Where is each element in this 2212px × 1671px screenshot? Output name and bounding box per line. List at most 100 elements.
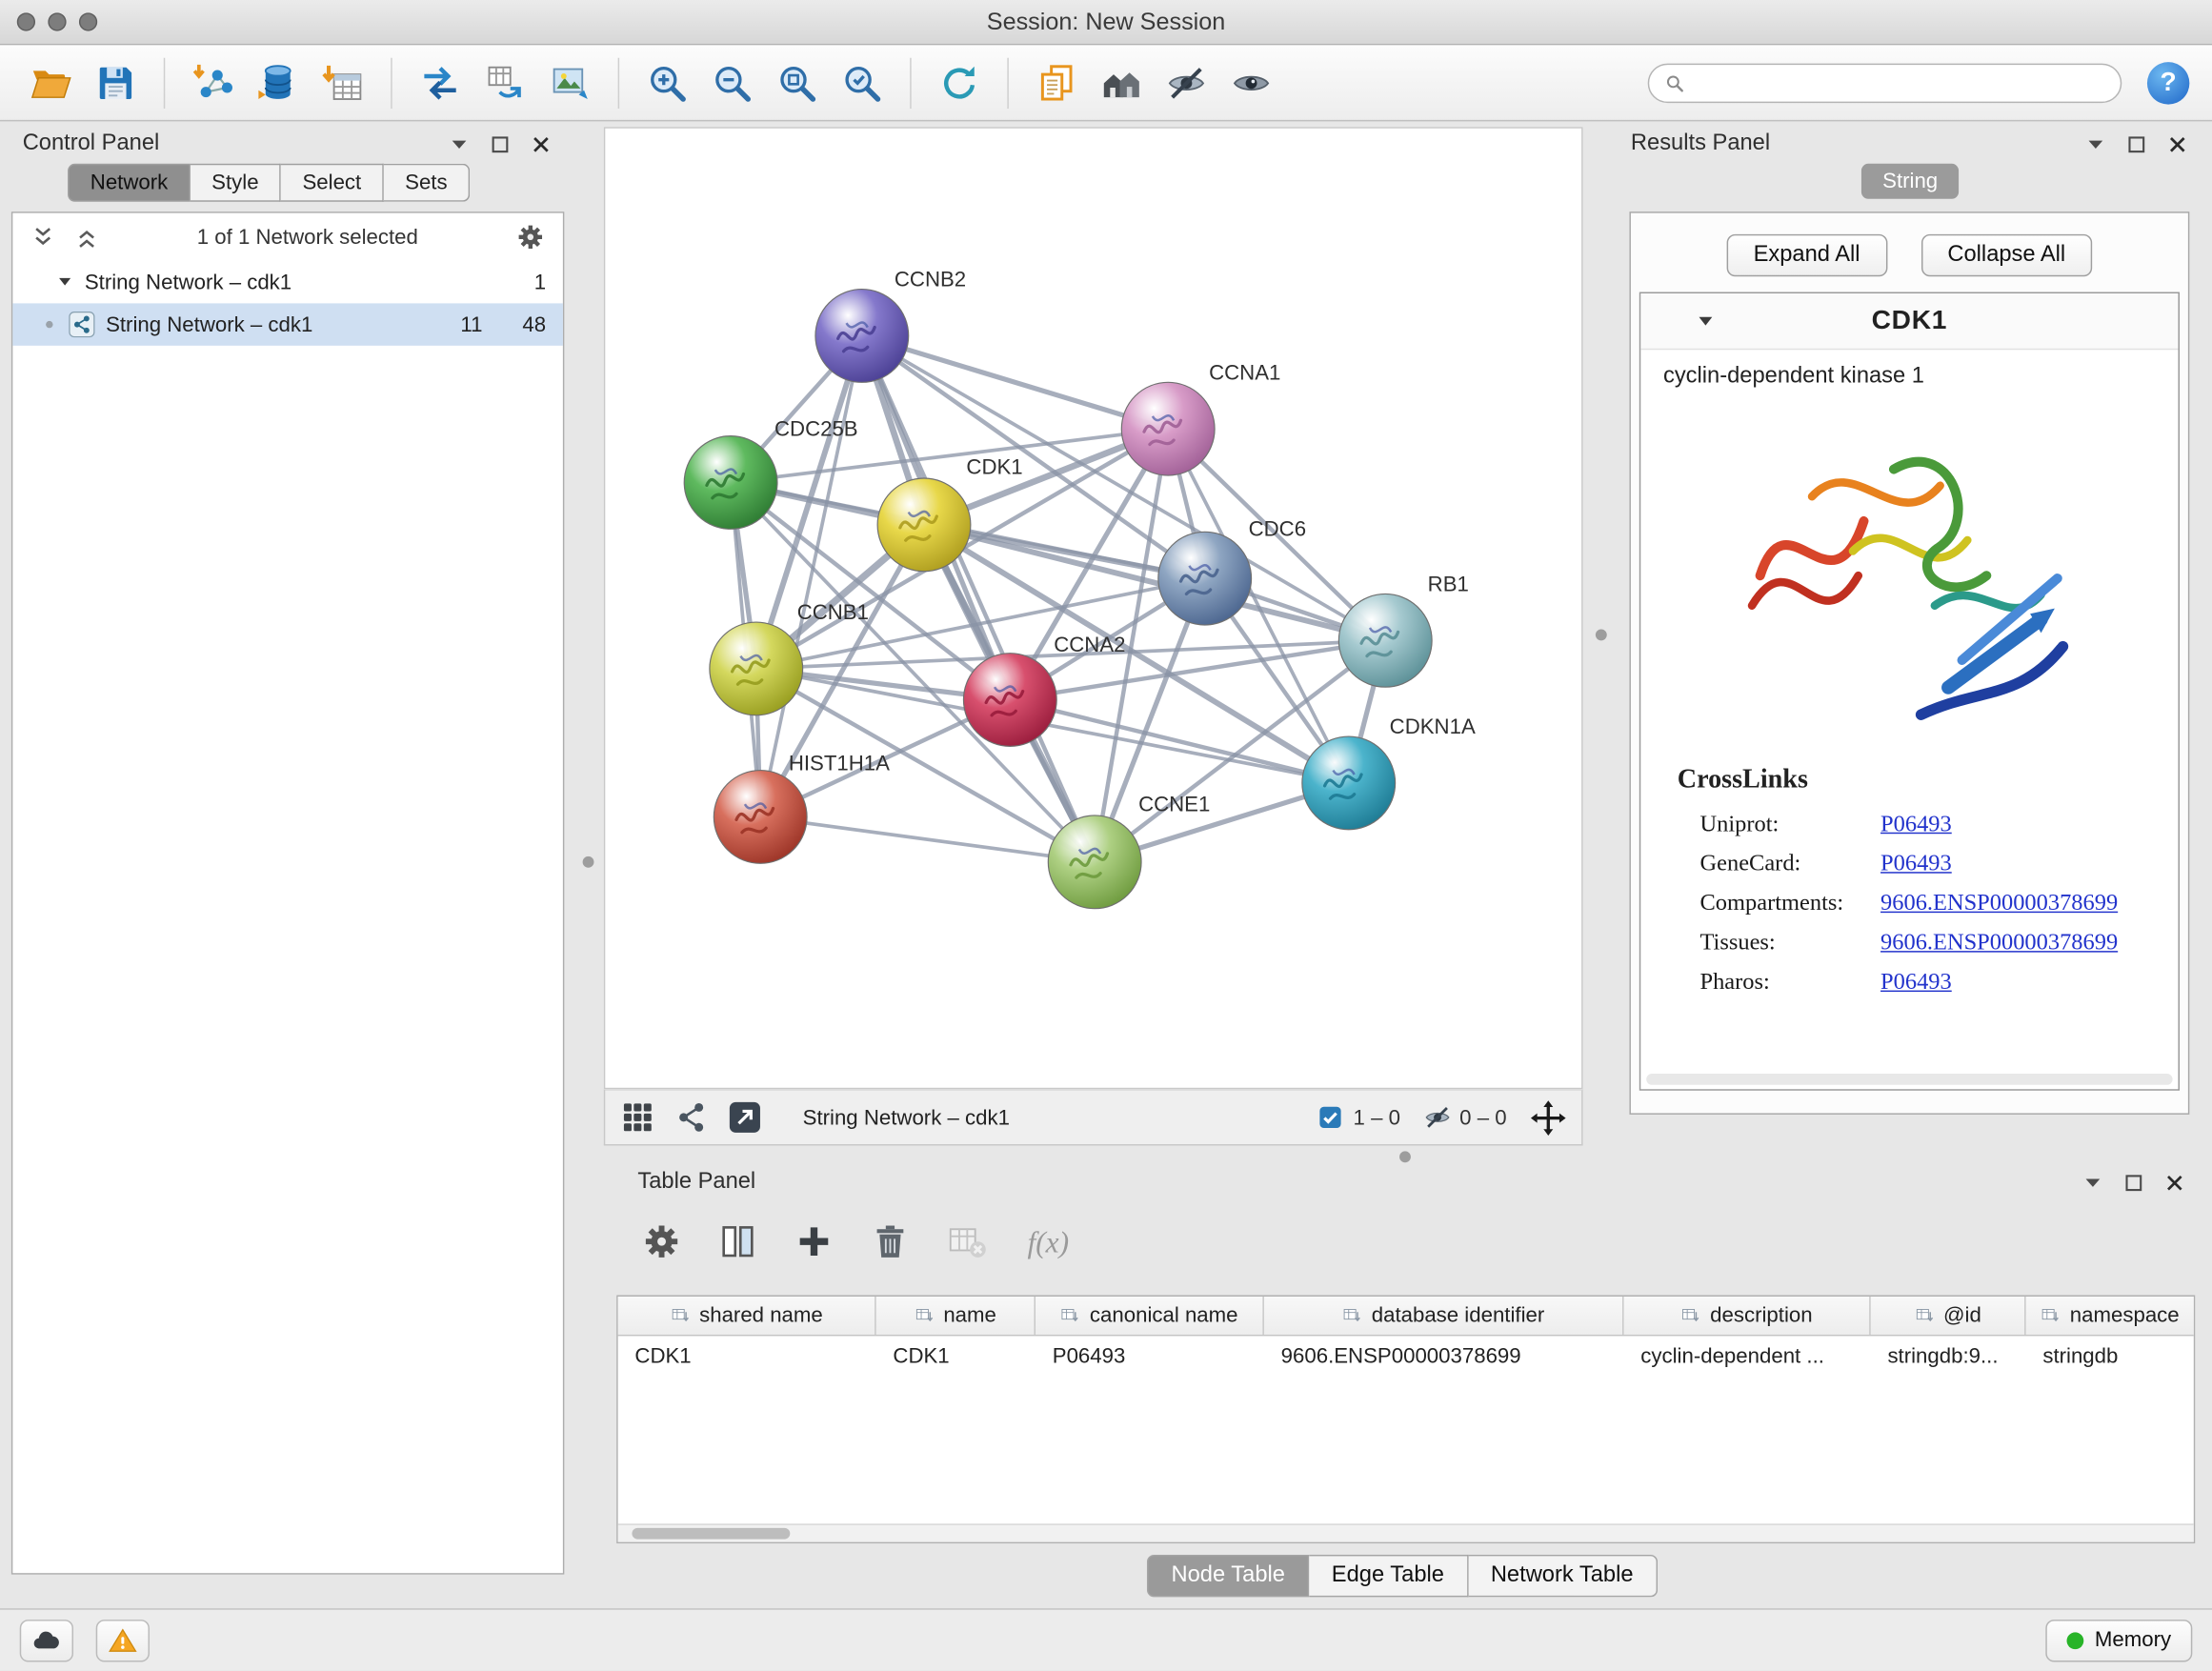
- results-scrollbar[interactable]: [1646, 1074, 2172, 1085]
- window-zoom-button[interactable]: [79, 12, 97, 30]
- edge-CCNB2-HIST1H1A[interactable]: [760, 335, 862, 816]
- table-panel-collapse-button[interactable]: [2081, 1170, 2104, 1194]
- toolbar-separator: [1007, 57, 1008, 108]
- home-button[interactable]: [1094, 53, 1150, 112]
- node-RB1[interactable]: RB1: [1338, 572, 1468, 687]
- import-network-database-button[interactable]: [250, 53, 306, 112]
- network-from-selection-button[interactable]: [412, 53, 468, 112]
- column-header-shared-name[interactable]: shared name: [618, 1297, 876, 1335]
- node-label-CCNB2: CCNB2: [895, 268, 966, 292]
- tab-style[interactable]: Style: [191, 164, 281, 202]
- network-collection-row[interactable]: String Network – cdk1 1: [12, 261, 563, 303]
- right-splitter-handle[interactable]: [1596, 629, 1607, 640]
- zoom-selected-button[interactable]: [834, 53, 890, 112]
- tab-network[interactable]: Network: [68, 164, 191, 202]
- disclosure-icon[interactable]: [1695, 310, 1718, 332]
- node-CDKN1A[interactable]: CDKN1A: [1302, 715, 1476, 830]
- window-minimize-button[interactable]: [48, 12, 66, 30]
- columns-button[interactable]: [716, 1220, 758, 1262]
- crosslink-compartments-link[interactable]: 9606.ENSP00000378699: [1880, 889, 2118, 917]
- control-panel-float-button[interactable]: [488, 131, 512, 155]
- tab-node-table[interactable]: Node Table: [1147, 1555, 1309, 1597]
- network-overview-button[interactable]: [673, 1099, 710, 1137]
- table-panel-float-button[interactable]: [2122, 1170, 2145, 1194]
- column-header-id[interactable]: @id: [1871, 1297, 2026, 1335]
- pan-mode-button[interactable]: [1529, 1098, 1567, 1137]
- collapse-all-networks-button[interactable]: [30, 224, 56, 251]
- column-header-name[interactable]: name: [876, 1297, 1036, 1335]
- window-close-button[interactable]: [17, 12, 35, 30]
- crosslink-tissues-link[interactable]: 9606.ENSP00000378699: [1880, 928, 2118, 956]
- edge-CCNB2-CCNE1[interactable]: [862, 335, 1095, 861]
- node-CCNB1[interactable]: CCNB1: [710, 600, 869, 715]
- import-network-database-icon: [257, 61, 299, 103]
- tab-sets[interactable]: Sets: [384, 164, 470, 202]
- tab-string[interactable]: String: [1861, 164, 1959, 199]
- column-header-description[interactable]: description: [1624, 1297, 1871, 1335]
- node-CDK1[interactable]: CDK1: [877, 455, 1023, 572]
- node-HIST1H1A[interactable]: HIST1H1A: [714, 752, 890, 864]
- control-panel-collapse-button[interactable]: [447, 131, 471, 155]
- tab-network-table[interactable]: Network Table: [1468, 1555, 1658, 1597]
- zoom-out-button[interactable]: [704, 53, 760, 112]
- add-column-button[interactable]: [793, 1220, 835, 1262]
- open-session-button[interactable]: [23, 53, 79, 112]
- table-row[interactable]: CDK1CDK1P064939606.ENSP00000378699cyclin…: [618, 1336, 2194, 1375]
- results-panel-close-button[interactable]: [2165, 131, 2189, 155]
- control-panel-close-button[interactable]: [529, 131, 553, 155]
- clone-network-button[interactable]: [477, 53, 533, 112]
- node-CDC6[interactable]: CDC6: [1158, 517, 1306, 625]
- scrollbar-thumb[interactable]: [632, 1528, 790, 1540]
- results-panel-collapse-button[interactable]: [2083, 131, 2107, 155]
- crosslink-genecard-link[interactable]: P06493: [1880, 850, 1952, 878]
- left-splitter-handle[interactable]: [583, 856, 594, 868]
- warnings-button[interactable]: [96, 1619, 150, 1661]
- protein-card-header[interactable]: CDK1: [1640, 293, 2178, 350]
- zoom-in-button[interactable]: [639, 53, 695, 112]
- node-CCNA1[interactable]: CCNA1: [1121, 360, 1280, 475]
- disclosure-icon[interactable]: [55, 272, 75, 292]
- gear-button[interactable]: [640, 1220, 682, 1262]
- crosslink-uniprot-link[interactable]: P06493: [1880, 810, 1952, 838]
- window-controls: [17, 0, 97, 44]
- tab-edge-table[interactable]: Edge Table: [1309, 1555, 1468, 1597]
- cloud-button[interactable]: [20, 1619, 73, 1661]
- open-in-browser-button[interactable]: [727, 1099, 764, 1137]
- table-header-row: shared namenamecanonical namedatabase id…: [618, 1297, 2194, 1336]
- memory-button[interactable]: Memory: [2045, 1619, 2192, 1661]
- copy-document-button[interactable]: [1029, 53, 1085, 112]
- table-horizontal-scrollbar[interactable]: [618, 1523, 2194, 1541]
- crosslink-pharos-link[interactable]: P06493: [1880, 968, 1952, 997]
- import-network-file-button[interactable]: [185, 53, 241, 112]
- hide-selected-icon: [1165, 61, 1207, 103]
- table-panel-close-button[interactable]: [2162, 1170, 2186, 1194]
- search-input[interactable]: [1695, 70, 2106, 94]
- node-CCNB2[interactable]: CCNB2: [815, 268, 966, 383]
- bottom-splitter-handle[interactable]: [1399, 1151, 1411, 1162]
- network-canvas[interactable]: CCNB2CCNA1CDC25BCDK1CDC6RB1CCNB1CCNA2CDK…: [604, 127, 1583, 1089]
- delete-table-button[interactable]: [945, 1220, 987, 1262]
- save-session-button[interactable]: [88, 53, 144, 112]
- zoom-fit-button[interactable]: [769, 53, 825, 112]
- tab-select[interactable]: Select: [281, 164, 384, 202]
- edge-CCNB2-CCNA1[interactable]: [862, 335, 1168, 429]
- export-image-button[interactable]: [542, 53, 598, 112]
- delete-column-button[interactable]: [869, 1220, 911, 1262]
- function-builder-button[interactable]: f(x): [1021, 1220, 1086, 1262]
- refresh-layout-button[interactable]: [931, 53, 987, 112]
- column-header-namespace[interactable]: namespace: [2026, 1297, 2196, 1335]
- expand-all-button[interactable]: Expand All: [1726, 234, 1886, 276]
- collapse-all-button[interactable]: Collapse All: [1920, 234, 2092, 276]
- import-table-button[interactable]: [314, 53, 371, 112]
- hide-selected-button[interactable]: [1158, 53, 1215, 112]
- help-button[interactable]: ?: [2147, 61, 2189, 103]
- column-header-database-identifier[interactable]: database identifier: [1264, 1297, 1624, 1335]
- column-header-canonical-name[interactable]: canonical name: [1036, 1297, 1264, 1335]
- network-row[interactable]: String Network – cdk1 11 48: [12, 303, 563, 345]
- results-panel-float-button[interactable]: [2124, 131, 2148, 155]
- birdseye-view-button[interactable]: [619, 1099, 656, 1137]
- edge-HIST1H1A-CCNE1[interactable]: [760, 816, 1095, 861]
- show-selected-button[interactable]: [1223, 53, 1279, 112]
- network-options-gear[interactable]: [515, 222, 547, 253]
- expand-all-networks-button[interactable]: [73, 224, 100, 251]
